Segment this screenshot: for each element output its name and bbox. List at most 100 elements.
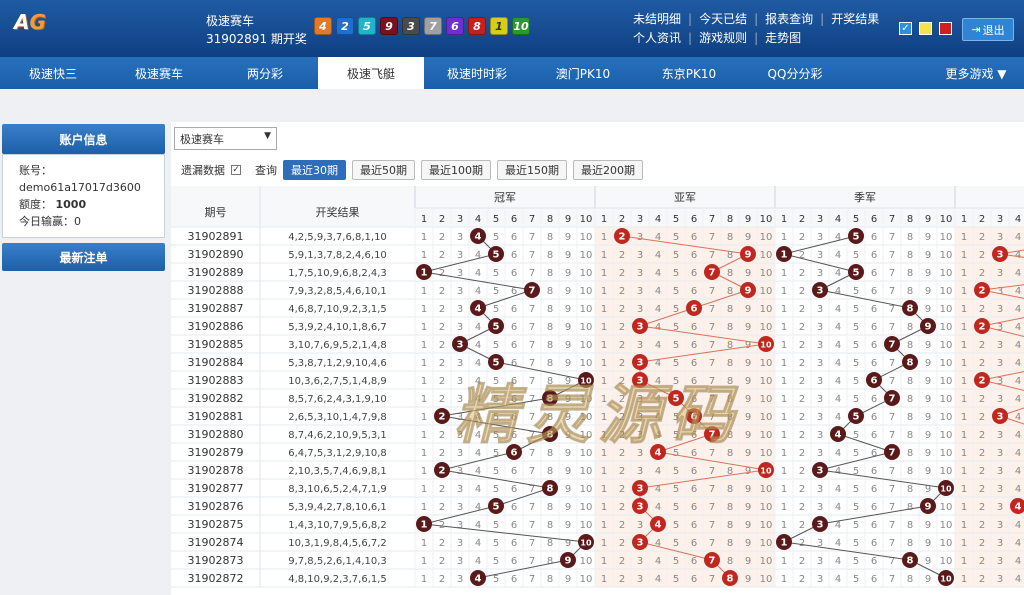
omit-cell: 4 bbox=[835, 322, 841, 333]
omit-cell: 1 bbox=[781, 448, 787, 459]
range-button-4[interactable]: 最近200期 bbox=[573, 160, 643, 180]
hit-ball-number: 3 bbox=[637, 322, 644, 333]
omit-cell: 8 bbox=[907, 430, 913, 441]
top-link-a-3[interactable]: 开奖结果 bbox=[824, 10, 886, 29]
top-link-a-0[interactable]: 未结明细 bbox=[626, 10, 688, 29]
omit-cell: 8 bbox=[727, 502, 733, 513]
omit-cell: 5 bbox=[853, 250, 859, 261]
nav-tab-5[interactable]: 澳门PK10 bbox=[530, 57, 636, 89]
omit-cell: 6 bbox=[691, 376, 697, 387]
nav-tab-7[interactable]: QQ分分彩 bbox=[742, 57, 848, 89]
row-result: 7,9,3,2,8,5,4,6,10,1 bbox=[288, 286, 387, 297]
omit-cell: 10 bbox=[940, 412, 953, 423]
omit-cell: 5 bbox=[673, 376, 679, 387]
row-result: 1,7,5,10,9,6,8,2,4,3 bbox=[288, 268, 387, 279]
omit-cell: 1 bbox=[601, 358, 607, 369]
omit-cell: 4 bbox=[835, 286, 841, 297]
omit-cell: 2 bbox=[799, 376, 805, 387]
omit-cell: 10 bbox=[580, 268, 593, 279]
theme-yellow-option[interactable] bbox=[919, 22, 932, 35]
hit-ball-number: 5 bbox=[853, 412, 860, 423]
omit-cell: 10 bbox=[580, 412, 593, 423]
nav-tab-2[interactable]: 两分彩 bbox=[212, 57, 318, 89]
omit-cell: 4 bbox=[475, 268, 481, 279]
nav-tab-6[interactable]: 东京PK10 bbox=[636, 57, 742, 89]
omit-cell: 6 bbox=[871, 430, 877, 441]
group-col-number: 9 bbox=[745, 214, 751, 225]
omit-cell: 1 bbox=[421, 322, 427, 333]
nav-more-games[interactable]: 更多游戏 ▼ bbox=[928, 57, 1024, 89]
omit-cell: 7 bbox=[889, 520, 895, 531]
omit-cell: 7 bbox=[529, 412, 535, 423]
omit-cell: 2 bbox=[619, 250, 625, 261]
theme-blue-checkbox[interactable]: ✓ bbox=[899, 22, 912, 35]
omit-cell: 7 bbox=[709, 358, 715, 369]
group-col-number: 9 bbox=[925, 214, 931, 225]
omit-cell: 3 bbox=[997, 520, 1003, 531]
omit-cell: 7 bbox=[889, 322, 895, 333]
omit-cell: 1 bbox=[601, 448, 607, 459]
logout-button[interactable]: ⇥ 退出 bbox=[962, 18, 1014, 41]
top-link-a-1[interactable]: 今天已结 bbox=[692, 10, 754, 29]
row-period: 31902885 bbox=[188, 338, 244, 351]
omit-cell: 6 bbox=[871, 250, 877, 261]
row-result: 8,5,7,6,2,4,3,1,9,10 bbox=[288, 394, 387, 405]
col-result-header: 开奖结果 bbox=[316, 205, 360, 219]
omit-cell: 10 bbox=[580, 322, 593, 333]
omit-cell: 10 bbox=[940, 556, 953, 567]
top-link-b-0[interactable]: 个人资讯 bbox=[626, 29, 688, 48]
top-link-b-1[interactable]: 游戏规则 bbox=[692, 29, 754, 48]
omit-cell: 5 bbox=[673, 358, 679, 369]
row-result: 5,3,8,7,1,2,9,10,4,6 bbox=[288, 358, 387, 369]
top-link-a-2[interactable]: 报表查询 bbox=[758, 10, 820, 29]
result-ball-3: 5 bbox=[358, 17, 376, 35]
nav-tab-1[interactable]: 极速赛车 bbox=[106, 57, 212, 89]
omit-cell: 1 bbox=[421, 574, 427, 585]
nav-tab-3[interactable]: 极速飞艇 bbox=[318, 57, 424, 89]
omit-cell: 8 bbox=[727, 358, 733, 369]
game-select[interactable]: 极速赛车 ▼ bbox=[174, 127, 277, 150]
omit-cell: 10 bbox=[760, 232, 773, 243]
omit-cell: 6 bbox=[511, 232, 517, 243]
omit-cell: 8 bbox=[547, 538, 553, 549]
group-col-number: 1 bbox=[421, 214, 427, 225]
omit-cell: 1 bbox=[601, 430, 607, 441]
range-button-3[interactable]: 最近150期 bbox=[497, 160, 567, 180]
omit-cell: 8 bbox=[907, 286, 913, 297]
omit-cell: 1 bbox=[421, 286, 427, 297]
row-result: 2,10,3,5,7,4,6,9,8,1 bbox=[288, 466, 387, 477]
hit-ball-number: 8 bbox=[547, 484, 554, 495]
recent-bets-button[interactable]: 最新注单 bbox=[2, 243, 165, 271]
omit-cell: 6 bbox=[691, 466, 697, 477]
omit-cell: 7 bbox=[709, 520, 715, 531]
omit-cell: 5 bbox=[853, 394, 859, 405]
range-button-1[interactable]: 最近50期 bbox=[352, 160, 415, 180]
omit-cell: 1 bbox=[421, 376, 427, 387]
omit-cell: 8 bbox=[547, 412, 553, 423]
omit-cell: 2 bbox=[979, 466, 985, 477]
row-period: 31902882 bbox=[188, 392, 244, 405]
top-link-b-2[interactable]: 走势图 bbox=[758, 29, 808, 48]
omit-data-checkbox[interactable]: ✓ bbox=[231, 165, 241, 175]
nav-tab-0[interactable]: 极速快三 bbox=[0, 57, 106, 89]
group-col-number: 4 bbox=[1015, 214, 1021, 225]
omit-cell: 10 bbox=[760, 358, 773, 369]
omit-cell: 10 bbox=[580, 358, 593, 369]
omit-cell: 10 bbox=[940, 520, 953, 531]
group-col-number: 3 bbox=[817, 214, 823, 225]
hit-ball-number: 4 bbox=[1015, 502, 1022, 513]
account-panel: 账号： demo61a17017d3600 额度： 1000 今日输赢：0 bbox=[2, 154, 165, 238]
omit-cell: 7 bbox=[889, 286, 895, 297]
group-col-number: 1 bbox=[961, 214, 967, 225]
range-button-2[interactable]: 最近100期 bbox=[421, 160, 491, 180]
omit-cell: 9 bbox=[745, 232, 751, 243]
omit-cell: 8 bbox=[547, 448, 553, 459]
theme-red-option[interactable] bbox=[939, 22, 952, 35]
omit-cell: 10 bbox=[760, 286, 773, 297]
range-button-0[interactable]: 最近30期 bbox=[283, 160, 346, 180]
omit-cell: 1 bbox=[961, 556, 967, 567]
logout-icon: ⇥ bbox=[971, 23, 981, 36]
nav-tab-4[interactable]: 极速时时彩 bbox=[424, 57, 530, 89]
omit-cell: 7 bbox=[529, 358, 535, 369]
hit-ball-number: 8 bbox=[727, 574, 734, 585]
